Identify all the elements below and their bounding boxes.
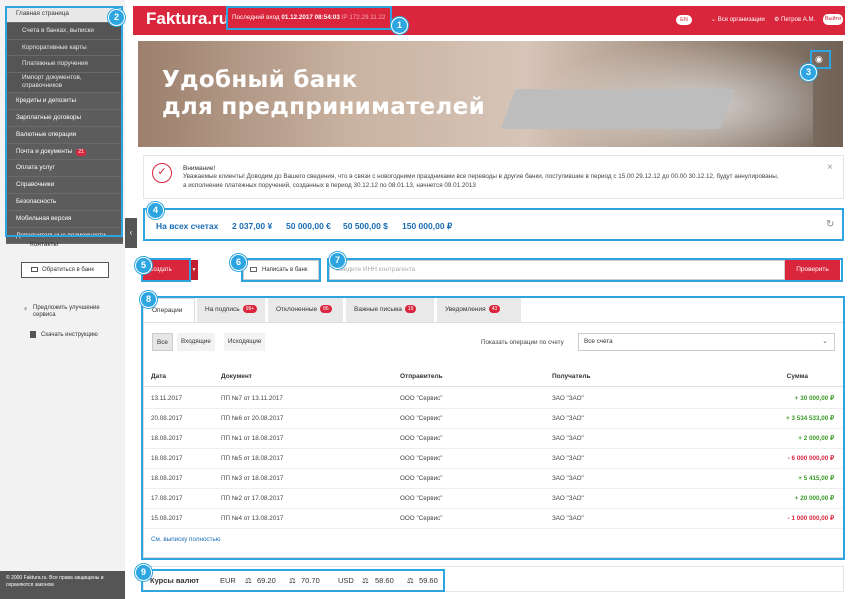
language-switch[interactable]: EN (676, 15, 692, 25)
notice-text: Уважаемые клиенты! Доводим до Вашего све… (183, 173, 779, 189)
sidebar-collapse-toggle[interactable]: ‹ (125, 218, 137, 248)
org-selector[interactable]: ⌄ Все организации (711, 16, 765, 23)
check-circle-icon: ✓ (152, 163, 172, 183)
callout-box-6 (241, 258, 321, 282)
promo-banner[interactable]: Удобный банк для предпринимателей ◉ (138, 41, 843, 147)
lightbulb-icon: ♀ (23, 306, 29, 313)
logout-button[interactable]: Выйти (823, 14, 843, 25)
suggest-improvement-link[interactable]: Предложить улучшение сервиса (33, 305, 113, 319)
callout-8: 8 (140, 291, 157, 308)
callout-box-4 (143, 208, 844, 241)
notice-box: ✓ Внимание! Уважаемые клиенты! Доводим д… (143, 155, 844, 199)
banner-line-1: Удобный банк (162, 67, 358, 93)
banner-laptop-shape (500, 89, 736, 129)
callout-box-9 (141, 569, 445, 592)
chevron-down-icon: ⌄ (711, 17, 718, 23)
download-instruction-link[interactable]: Скачать инструкцию (41, 332, 98, 338)
callout-4: 4 (147, 202, 164, 219)
document-icon (30, 331, 36, 338)
banner-headline: Удобный банк для предпринимателей (162, 67, 485, 121)
callout-3: 3 (800, 64, 817, 81)
app-root: Главная страница Счета в банках, выписки… (0, 0, 865, 599)
envelope-icon (31, 267, 38, 272)
callout-box-2 (5, 6, 123, 237)
callout-box-1 (226, 6, 392, 30)
banner-line-2: для предпринимателей (162, 94, 486, 120)
user-name: Петров А.М. (781, 17, 816, 23)
org-selector-label: Все организации (717, 17, 765, 23)
copyright-footer: © 2000 Faktura.ru. Все права защищены и … (0, 571, 125, 599)
callout-7: 7 (329, 252, 346, 269)
contact-bank-button[interactable]: Обратиться в банк (21, 262, 109, 278)
logo[interactable]: Faktura.ru (146, 9, 229, 29)
callout-2: 2 (108, 9, 125, 26)
chevron-left-icon: ‹ (129, 228, 133, 237)
callout-6: 6 (230, 254, 247, 271)
contact-bank-label: Обратиться в банк (42, 267, 94, 273)
callout-9: 9 (135, 564, 152, 581)
caret-down-icon[interactable]: ▼ (190, 260, 198, 280)
callout-5: 5 (135, 257, 152, 274)
callout-1: 1 (391, 17, 408, 34)
gear-icon: ⚙ (774, 17, 782, 23)
callout-box-7 (327, 258, 843, 282)
user-menu[interactable]: ⚙ Петров А.М. (774, 16, 815, 23)
notice-title: Внимание! (183, 165, 216, 172)
contacts-link[interactable]: Контакты (30, 241, 58, 248)
callout-box-8 (141, 296, 845, 560)
close-icon[interactable]: × (827, 162, 833, 173)
